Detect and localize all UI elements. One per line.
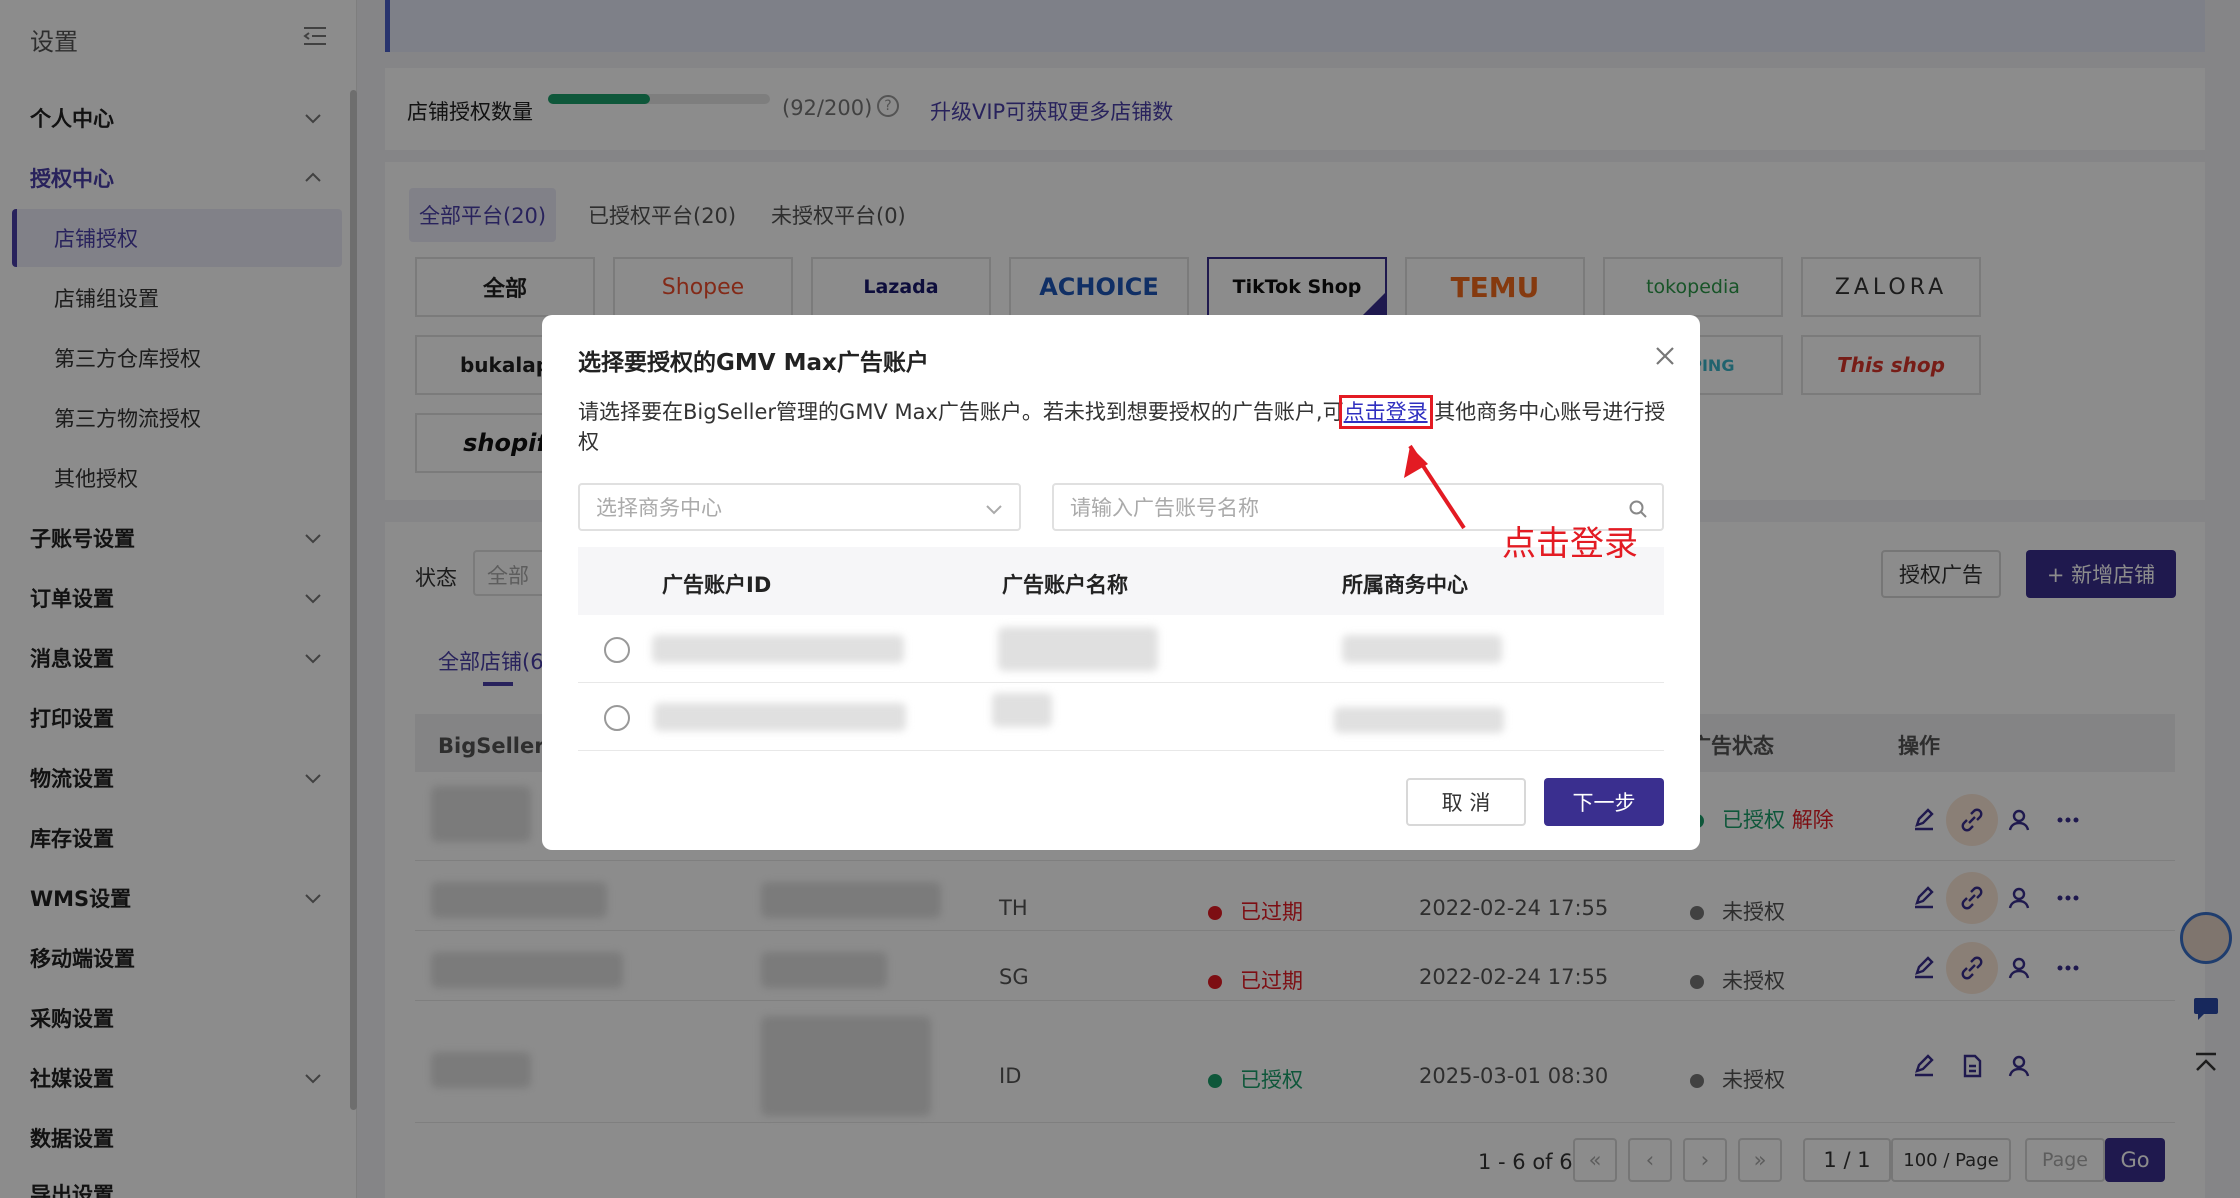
col-ad-account-name: 广告账户名称 — [1002, 573, 1128, 597]
cancel-button[interactable]: 取 消 — [1406, 778, 1526, 826]
dialog-description: 请选择要在BigSeller管理的GMV Max广告账户。若未找到想要授权的广告… — [578, 395, 1666, 454]
blurred-business-center — [1342, 635, 1502, 663]
radio-button[interactable] — [604, 637, 630, 663]
login-link[interactable]: 点击登录 — [1338, 395, 1433, 429]
blurred-business-center — [1334, 707, 1504, 733]
next-button[interactable]: 下一步 — [1544, 778, 1664, 826]
table-row[interactable] — [578, 615, 1664, 683]
blurred-ad-account-name — [998, 627, 1158, 671]
annotation-label: 点击登录 — [1502, 524, 1638, 564]
blurred-ad-account-id — [654, 703, 906, 731]
col-business-center: 所属商务中心 — [1342, 573, 1468, 597]
dialog-title: 选择要授权的GMV Max广告账户 — [578, 350, 929, 376]
chevron-down-icon — [986, 505, 1002, 515]
blurred-ad-account-id — [652, 635, 904, 663]
business-center-select[interactable]: 选择商务中心 — [578, 483, 1021, 531]
col-ad-account-id: 广告账户ID — [662, 573, 772, 597]
table-row[interactable] — [578, 683, 1664, 751]
blurred-ad-account-name — [992, 693, 1052, 727]
annotation-arrow — [1404, 444, 1466, 530]
radio-button[interactable] — [604, 705, 630, 731]
close-icon[interactable] — [1654, 345, 1676, 367]
gmv-max-ad-account-dialog: 选择要授权的GMV Max广告账户 请选择要在BigSeller管理的GMV M… — [542, 315, 1700, 850]
